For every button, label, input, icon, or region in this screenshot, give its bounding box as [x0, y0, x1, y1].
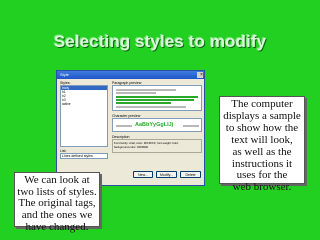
callout-line: have changed.: [25, 220, 89, 233]
dialog-titlebar: Style ×: [57, 71, 204, 79]
preview-line: [116, 89, 176, 91]
preview-sample-line: [116, 99, 194, 101]
callout-line: as well as the: [232, 145, 292, 158]
preview-line: [116, 125, 132, 127]
delete-button[interactable]: Delete: [180, 171, 201, 178]
new-button[interactable]: New...: [133, 171, 153, 178]
callout-style-lists: We can look at two lists of styles. The …: [14, 172, 100, 233]
slide-title: Selecting styles to modify: [53, 32, 267, 51]
callout-line: to show how the: [225, 121, 299, 134]
style-list-item[interactable]: active: [61, 102, 107, 106]
callout-line: We can look at: [24, 174, 90, 186]
callout-line: web browser.: [232, 181, 292, 194]
character-preview: AaBbYyGgLlJj: [112, 118, 202, 132]
preview-sample-line: [116, 102, 171, 104]
description-box: Font family: Arial; color: #FFFFFF; font…: [112, 139, 202, 153]
character-sample: AaBbYyGgLlJj: [135, 122, 174, 128]
modify-button[interactable]: Modify...: [156, 171, 177, 178]
description-text: background-color: #009900: [114, 145, 149, 149]
preview-line: [183, 125, 199, 127]
callout-sample-explanation: The computer displays a sample to show h…: [219, 96, 305, 193]
list-dropdown-value: Lines defined styles: [62, 154, 93, 158]
close-icon[interactable]: ×: [197, 72, 203, 78]
paragraph-preview: [112, 85, 202, 111]
preview-sample-line: [116, 96, 198, 98]
dialog-title: Style: [60, 72, 69, 77]
styles-list[interactable]: body h1 h2 h3 active: [60, 85, 108, 147]
preview-line: [116, 106, 186, 108]
preview-line: [116, 92, 156, 94]
list-dropdown[interactable]: Lines defined styles: [60, 153, 108, 159]
style-dialog: Style × Styles: body h1 h2 h3 active Lis…: [56, 70, 205, 186]
callout-line: text will look,: [231, 133, 293, 146]
